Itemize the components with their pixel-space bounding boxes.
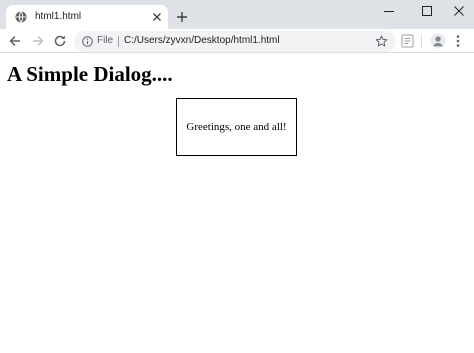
star-icon[interactable] — [375, 35, 388, 48]
page-title: A Simple Dialog.... — [7, 62, 173, 86]
browser-titlebar: html1.html — [0, 0, 474, 29]
maximize-icon — [422, 6, 432, 16]
toolbar-divider — [421, 35, 422, 48]
minimize-icon — [384, 11, 394, 12]
arrow-right-icon[interactable] — [31, 34, 45, 48]
arrow-left-icon[interactable] — [8, 34, 22, 48]
page-viewport: A Simple Dialog.... Greetings, one and a… — [0, 54, 474, 353]
close-icon[interactable] — [152, 12, 162, 22]
info-icon[interactable] — [82, 36, 93, 47]
dialog-box: Greetings, one and all! — [176, 98, 297, 156]
reading-list-icon[interactable] — [401, 34, 414, 48]
dialog-message: Greetings, one and all! — [186, 121, 287, 133]
globe-icon — [15, 11, 27, 23]
address-bar[interactable]: File C:/Users/zyvxn/Desktop/html1.html — [74, 31, 396, 52]
plus-icon[interactable] — [176, 11, 188, 23]
scheme-label: File — [97, 35, 114, 46]
tab-html1[interactable]: html1.html — [6, 5, 168, 29]
omnibox-divider — [118, 36, 119, 47]
kebab-menu-icon[interactable] — [455, 34, 461, 48]
tab-title: html1.html — [35, 11, 82, 22]
window-close-button[interactable] — [436, 0, 474, 22]
window-close-icon — [454, 6, 464, 16]
avatar-icon[interactable] — [430, 33, 446, 49]
url-text[interactable]: C:/Users/zyvxn/Desktop/html1.html — [124, 35, 280, 47]
reload-icon[interactable] — [53, 34, 67, 48]
